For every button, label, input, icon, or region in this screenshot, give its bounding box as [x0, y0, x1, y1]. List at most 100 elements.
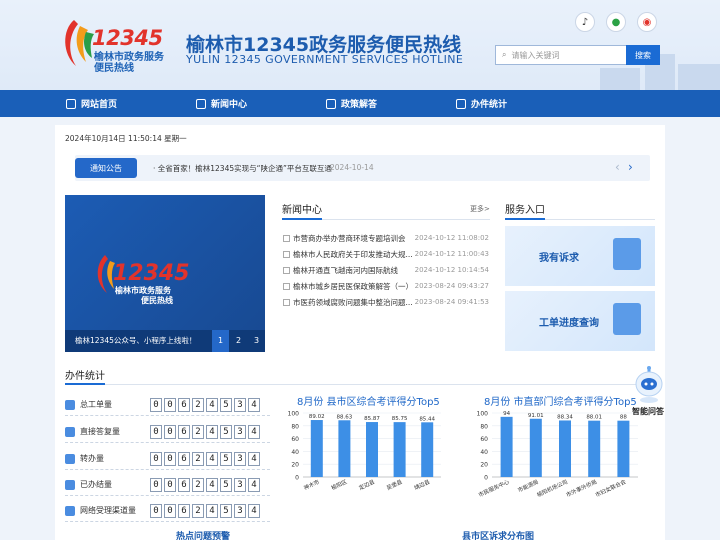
y-tick-label: 60: [291, 436, 299, 443]
digit: 0: [164, 503, 176, 518]
digit: 6: [178, 397, 190, 412]
nav-item-stats[interactable]: 办件统计: [456, 90, 507, 117]
digit: 3: [234, 503, 246, 518]
news-date: 2023-08-24 09:41:53: [414, 298, 489, 306]
document-icon: [283, 266, 290, 274]
stat-row-total: 总工单量 00624534: [65, 394, 270, 416]
x-tick-label: 市妇女联合会: [594, 477, 628, 498]
y-tick-label: 20: [480, 462, 488, 469]
data-label: 85.44: [419, 416, 435, 422]
site-title-en: YULIN 12345 GOVERNMENT SERVICES HOTLINE: [186, 53, 464, 66]
news-item[interactable]: 市医药领域腐败问题集中整治问题... 2023-08-24 09:41:53: [283, 295, 489, 309]
notice-date: 2024-10-14: [330, 163, 374, 172]
digit: 3: [234, 424, 246, 439]
y-tick-label: 0: [295, 475, 299, 482]
nav-item-label: 政策解答: [341, 100, 378, 110]
services-section-title: 服务入口: [505, 205, 545, 216]
data-label: 88.34: [557, 414, 573, 420]
digit: 4: [206, 477, 218, 492]
transfer-icon: [65, 453, 75, 464]
digit: 5: [220, 424, 232, 439]
banner-logo-number: 12345: [113, 261, 190, 286]
bar: [338, 420, 351, 477]
stat-counter: 00624534: [150, 477, 260, 492]
county-score-chart: 0 20 40 60 80 100 89.02 神木市 88.63 榆阳区 85.87 定边县 85.7…: [288, 411, 441, 492]
banner-page-3[interactable]: 3: [248, 330, 265, 352]
nav-item-policy[interactable]: 政策解答: [326, 90, 377, 117]
news-title: 榆林市城乡居民医保政策解答（一）: [293, 281, 413, 291]
digit: 4: [206, 451, 218, 466]
news-more-link[interactable]: 更多>: [470, 204, 490, 214]
data-label: 85.87: [364, 416, 380, 422]
digit: 4: [248, 451, 260, 466]
department-score-chart: 0 20 40 60 80 100 94 市民服务中心 91.01 市能源局 88.34 榆阳机场公司…: [477, 411, 638, 499]
banner-logo-subtitle: 便民热线: [141, 296, 173, 305]
bar: [588, 420, 601, 477]
x-tick-label: 定边县: [357, 477, 376, 491]
news-title: 市医药领域腐败问题集中整治问题...: [293, 297, 413, 307]
nav-item-news[interactable]: 新闻中心: [196, 90, 247, 117]
search-icon: ⌕: [502, 50, 507, 59]
x-tick-label: 市能源局: [516, 478, 539, 495]
robot-assistant-label[interactable]: 智能问答: [632, 406, 664, 417]
news-icon: [196, 98, 206, 109]
progress-query-button[interactable]: 工单进度查询: [505, 291, 655, 351]
search-input[interactable]: ⌕ 请输入关键词: [495, 45, 626, 65]
weibo-icon[interactable]: ◉: [637, 12, 657, 32]
chevron-right-icon[interactable]: ›: [628, 160, 633, 174]
news-section-title: 新闻中心: [282, 205, 322, 216]
robot-assistant-icon[interactable]: [634, 362, 664, 404]
stat-row-completed: 已办结量 00624534: [65, 474, 270, 496]
nav-item-label: 新闻中心: [211, 100, 248, 110]
bar: [617, 420, 630, 477]
y-tick-label: 0: [484, 475, 488, 482]
main-nav: 网站首页 新闻中心 政策解答 办件统计: [0, 90, 720, 117]
digit: 0: [164, 477, 176, 492]
banner-page-1[interactable]: 1: [212, 330, 229, 352]
bar: [500, 416, 513, 477]
bar: [393, 422, 406, 477]
y-tick-label: 100: [477, 411, 489, 418]
stat-counter: 00624534: [150, 503, 260, 518]
document-icon: [283, 250, 290, 258]
nav-item-label: 网站首页: [81, 100, 118, 110]
news-item[interactable]: 榆林市人民政府关于印发推动大规... 2024-10-12 11:00:43: [283, 247, 489, 261]
digit: 3: [234, 397, 246, 412]
news-item[interactable]: 榆林开通直飞越南河内国际航线 2024-10-12 10:14:54: [283, 263, 489, 277]
data-label: 88.63: [337, 414, 353, 420]
notice-link[interactable]: · 全省首家！榆林12345实现与“陕企通”平台互联互通: [153, 163, 332, 174]
stat-label: 转办量: [80, 454, 104, 463]
stat-counter: 00624534: [150, 451, 260, 466]
banner-carousel[interactable]: 12345 榆林市政务服务 便民热线 榆林12345公众号、小程序上线啦！ 1 …: [65, 195, 265, 352]
news-title: 榆林市人民政府关于印发推动大规...: [293, 249, 413, 259]
digit: 5: [220, 397, 232, 412]
banner-page-2[interactable]: 2: [230, 330, 247, 352]
news-item[interactable]: 市营商办举办营商环境专题培训会 2024-10-12 11:08:02: [283, 231, 489, 245]
current-datetime: 2024年10月14日 11:50:14 星期一: [65, 134, 187, 143]
stat-label: 直接答复量: [80, 427, 120, 436]
news-date: 2024-10-12 11:08:02: [414, 234, 489, 242]
nav-item-home[interactable]: 网站首页: [66, 90, 117, 117]
county-distribution-title: 县市区诉求分布图: [462, 532, 535, 540]
stat-counter: 00624534: [150, 397, 260, 412]
digit: 4: [248, 424, 260, 439]
stat-row-online: 网络受理渠道量 00624534: [65, 500, 270, 522]
wechat-icon[interactable]: ●: [606, 12, 626, 32]
network-icon: [65, 505, 75, 516]
logo-subtitle: 便民热线: [94, 63, 134, 74]
bar: [310, 420, 323, 477]
appeal-label: 我有诉求: [539, 252, 579, 264]
digit: 0: [164, 451, 176, 466]
skyline-decoration: [678, 64, 720, 90]
document-icon: [283, 298, 290, 306]
news-date: 2024-10-12 11:00:43: [414, 250, 489, 258]
search-button[interactable]: 搜索: [626, 45, 660, 65]
douyin-icon[interactable]: ♪: [575, 12, 595, 32]
data-label: 89.02: [309, 414, 325, 420]
digit: 5: [220, 451, 232, 466]
chart-icon: [456, 98, 466, 109]
appeal-button[interactable]: 我有诉求: [505, 226, 655, 286]
layers-icon: [65, 399, 75, 410]
news-item[interactable]: 榆林市城乡居民医保政策解答（一） 2023-08-24 09:43:27: [283, 279, 489, 293]
chevron-left-icon[interactable]: ‹: [615, 160, 620, 174]
